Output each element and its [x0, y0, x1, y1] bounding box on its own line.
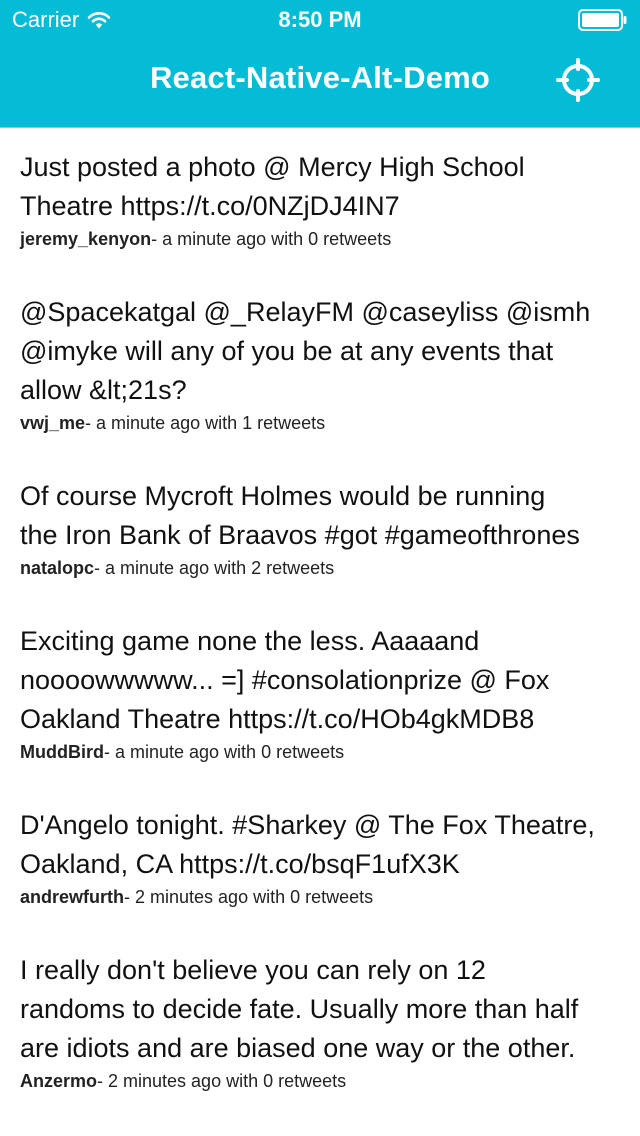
- tweet-timestamp: - a minute ago with 1 retweets: [85, 413, 326, 433]
- app-screen: Carrier 8:50 PM React-Native-Alt-Demo Ju…: [0, 0, 640, 1136]
- tweet-item[interactable]: I really don't believe you can rely on 1…: [0, 931, 640, 1115]
- status-bar: Carrier 8:50 PM: [0, 0, 640, 40]
- tweet-timestamp: - a minute ago with 0 retweets: [151, 229, 392, 249]
- tweet-text: Exciting game none the less. Aaaaand noo…: [20, 626, 550, 734]
- tweet-text: D'Angelo tonight. #Sharkey @ The Fox The…: [20, 810, 595, 879]
- locate-icon: [556, 58, 600, 102]
- tweet-timestamp: - 2 minutes ago with 0 retweets: [124, 887, 374, 907]
- locate-button[interactable]: [556, 58, 600, 102]
- tweet-spacer: [20, 435, 620, 457]
- tweet-item[interactable]: Of course Mycroft Holmes would be runnin…: [0, 457, 640, 602]
- tweet-spacer: [20, 909, 620, 931]
- tweet-item[interactable]: @Spacekatgal @_RelayFM @caseyliss @ismh …: [0, 273, 640, 457]
- tweet-spacer: [20, 251, 620, 273]
- tweet-text: Of course Mycroft Holmes would be runnin…: [20, 481, 580, 550]
- tweet-text: I really don't believe you can rely on 1…: [20, 955, 579, 1063]
- navigation-header: Carrier 8:50 PM React-Native-Alt-Demo: [0, 0, 640, 128]
- tweet-meta: natalopc- a minute ago with 2 retweets: [20, 556, 620, 580]
- tweet-text: @Spacekatgal @_RelayFM @caseyliss @ismh …: [20, 297, 591, 405]
- tweet-username[interactable]: MuddBird: [20, 742, 104, 762]
- tweet-meta: andrewfurth- 2 minutes ago with 0 retwee…: [20, 885, 620, 909]
- tweet-timestamp: - a minute ago with 2 retweets: [94, 558, 335, 578]
- page-title: React-Native-Alt-Demo: [149, 60, 491, 95]
- tweet-item[interactable]: Just posted a photo @ Mercy High School …: [0, 128, 640, 273]
- tweet-username[interactable]: Anzermo: [20, 1071, 97, 1091]
- tweet-item[interactable]: D'Angelo tonight. #Sharkey @ The Fox The…: [0, 786, 640, 931]
- tweet-meta: MuddBird- a minute ago with 0 retweets: [20, 740, 620, 764]
- tweet-timestamp: - 2 minutes ago with 0 retweets: [97, 1071, 347, 1091]
- tweet-spacer: [20, 764, 620, 786]
- tweet-item[interactable]: Exciting game none the less. Aaaaand noo…: [0, 602, 640, 786]
- tweet-username[interactable]: natalopc: [20, 558, 94, 578]
- tweet-meta: vwj_me- a minute ago with 1 retweets: [20, 411, 620, 435]
- tweet-username[interactable]: vwj_me: [20, 413, 85, 433]
- tweet-meta: Anzermo- 2 minutes ago with 0 retweets: [20, 1069, 620, 1093]
- tweet-spacer: [20, 1093, 620, 1115]
- tweet-text: Just posted a photo @ Mercy High School …: [20, 152, 525, 221]
- tweet-spacer: [20, 580, 620, 602]
- tweet-username[interactable]: andrewfurth: [20, 887, 124, 907]
- tweet-username[interactable]: jeremy_kenyon: [20, 229, 151, 249]
- tweet-meta: jeremy_kenyon- a minute ago with 0 retwe…: [20, 227, 620, 251]
- battery-icon: [578, 9, 628, 31]
- tweet-timestamp: - a minute ago with 0 retweets: [103, 742, 345, 762]
- tweet-list[interactable]: Just posted a photo @ Mercy High School …: [0, 128, 640, 1115]
- status-time: 8:50 PM: [278, 7, 362, 32]
